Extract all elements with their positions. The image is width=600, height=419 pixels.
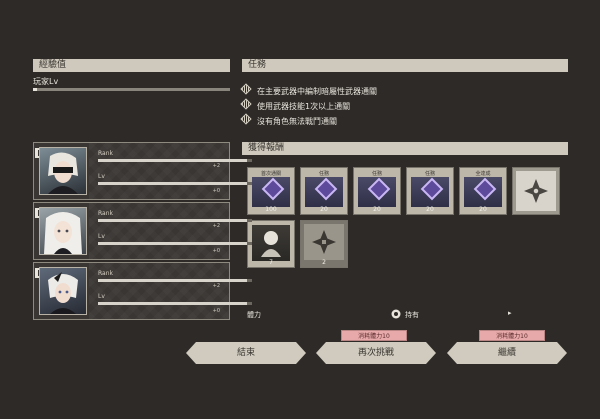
player-exp-fill [33,88,37,91]
character-portrait [39,207,87,255]
reward-label: 任務 [424,171,435,177]
crystal-icon [464,177,502,207]
reward-item-mission[interactable]: 任務 20 [406,167,454,215]
rank-gain: +2 [212,223,220,229]
diamond-bullet-icon [240,98,252,110]
lv-label: Lv [98,233,105,240]
retry-cost-tag: 消耗體力10 [341,330,407,341]
reward-item-emblem[interactable] [512,167,560,215]
rank-label: Rank [98,210,113,217]
reward-label: 首次通關 [260,171,281,177]
reward-item-all-complete[interactable]: 全達成 20 [459,167,507,215]
reward-label: 任務 [318,171,329,177]
crystal-icon [252,177,290,207]
emblem-icon [516,171,556,211]
reward-qty: 20 [320,206,328,213]
reward-item-first-clear[interactable]: 首次通關 100 [247,167,295,215]
rank-bar [98,279,252,282]
reward-qty: 100 [265,206,277,213]
figure-icon [252,225,290,261]
mission-text: 沒有角色無法戰鬥通關 [257,117,337,126]
character-portrait [39,267,87,315]
character-portrait [39,147,87,195]
mission-item-3: 沒有角色無法戰鬥通關 [240,113,337,127]
player-level-label: 玩家Lv [33,77,59,86]
mission-header: 任務 [242,59,568,72]
reward-item-mission[interactable]: 任務 20 [353,167,401,215]
continue-button[interactable]: 繼續 [447,342,567,364]
reward-qty: 20 [373,206,381,213]
rewards-header: 獲得報酬 [242,142,568,155]
lv-bar [98,182,252,185]
end-button[interactable]: 結束 [186,342,306,364]
reward-qty: 20 [479,206,487,213]
mission-text: 在主要武器中編制暗屬性武器通關 [257,87,377,96]
reward-qty: 20 [426,206,434,213]
rank-gain: +2 [212,163,220,169]
lv-label: Lv [98,173,105,180]
lv-bar [98,242,252,245]
reward-qty: 7 [269,259,273,266]
lv-label: Lv [98,293,105,300]
reward-item-emblem-dark[interactable]: 2 [300,220,348,268]
continue-cost-tag: 消耗體力10 [479,330,545,341]
exp-header: 經驗值 [33,59,230,72]
diamond-bullet-icon [240,83,252,95]
diamond-bullet-icon [240,113,252,125]
character-card-1[interactable]: Rank +2 Lv +0 [33,142,252,200]
rank-label: Rank [98,150,113,157]
stamina-coin-icon [391,309,401,319]
reward-item-mission[interactable]: 任務 20 [300,167,348,215]
player-exp-bar [33,88,230,91]
stamina-held-label: 持有 [405,311,419,319]
reward-label: 全達成 [475,171,491,177]
chevron-right-icon[interactable]: ▸ [508,309,512,317]
lv-gain: +0 [212,188,220,194]
stamina-label: 體力 [247,311,261,319]
mission-item-1: 在主要武器中編制暗屬性武器通關 [240,83,377,97]
character-card-2[interactable]: Rank +2 Lv +0 [33,202,252,260]
lv-bar [98,302,252,305]
character-card-3[interactable]: Rank +2 Lv +0 [33,262,252,320]
mission-item-2: 使用武器技能1次以上通關 [240,98,351,112]
crystal-icon [358,177,396,207]
lv-gain: +0 [212,248,220,254]
rank-label: Rank [98,270,113,277]
lv-gain: +0 [212,308,220,314]
reward-qty: 2 [322,259,326,266]
mission-text: 使用武器技能1次以上通關 [257,102,351,111]
rank-bar [98,219,252,222]
reward-item-figure[interactable]: 7 [247,220,295,268]
retry-button[interactable]: 再次挑戰 [316,342,436,364]
rank-bar [98,159,252,162]
crystal-icon [305,177,343,207]
rank-gain: +2 [212,283,220,289]
reward-label: 任務 [371,171,382,177]
crystal-icon [411,177,449,207]
